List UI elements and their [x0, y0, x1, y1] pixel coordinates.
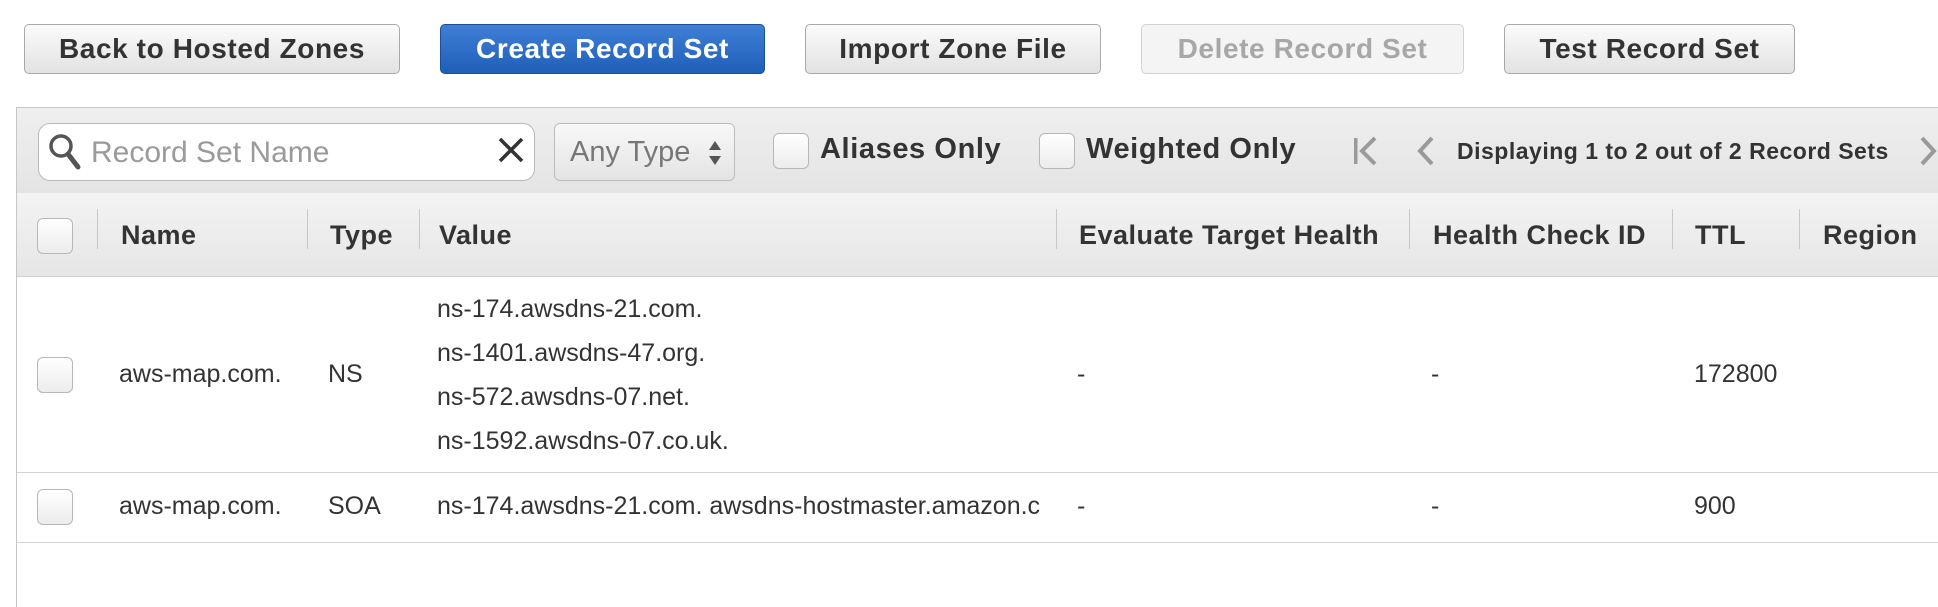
- record-set-name-input[interactable]: [89, 132, 473, 174]
- record-values: ns-174.awsdns-21.com. ns-1401.awsdns-47.…: [437, 287, 729, 463]
- prev-page-icon[interactable]: [1415, 134, 1437, 173]
- health-check-id-value: -: [1431, 492, 1440, 520]
- import-zone-file-button[interactable]: Import Zone File: [805, 24, 1101, 74]
- type-select[interactable]: Any Type: [554, 123, 735, 181]
- table-row[interactable]: aws-map.com. SOA ns-174.awsdns-21.com. a…: [17, 472, 1938, 543]
- column-header-value[interactable]: Value: [439, 220, 512, 251]
- updown-arrows-icon: [707, 138, 723, 176]
- test-record-set-button[interactable]: Test Record Set: [1504, 24, 1795, 74]
- row-checkbox[interactable]: [37, 489, 73, 525]
- create-record-set-button[interactable]: Create Record Set: [440, 24, 765, 74]
- delete-record-set-button[interactable]: Delete Record Set: [1141, 24, 1464, 74]
- pagination-status: Displaying 1 to 2 out of 2 Record Sets: [1457, 138, 1889, 164]
- record-value: ns-174.awsdns-21.com. awsdns-hostmaster.…: [437, 492, 1040, 520]
- column-divider: [1056, 209, 1057, 249]
- aliases-only-label: Aliases Only: [820, 133, 1002, 165]
- back-to-hosted-zones-button[interactable]: Back to Hosted Zones: [24, 24, 400, 74]
- record-name: aws-map.com.: [119, 360, 282, 388]
- column-header-ttl[interactable]: TTL: [1695, 220, 1746, 251]
- column-header-name[interactable]: Name: [121, 220, 197, 251]
- record-sets-panel: Any Type Aliases Only Weighted Only Disp…: [16, 107, 1938, 607]
- record-type: SOA: [328, 492, 381, 520]
- search-icon: [47, 132, 83, 177]
- record-value-line: ns-174.awsdns-21.com.: [437, 295, 703, 323]
- weighted-only-label: Weighted Only: [1086, 133, 1297, 165]
- column-divider: [1409, 209, 1410, 249]
- filter-bar: Any Type Aliases Only Weighted Only Disp…: [17, 108, 1938, 194]
- row-checkbox[interactable]: [37, 357, 73, 393]
- column-header-region[interactable]: Region: [1823, 220, 1918, 251]
- health-check-id-value: -: [1431, 360, 1440, 388]
- column-divider: [307, 209, 308, 249]
- weighted-only-checkbox[interactable]: [1039, 133, 1075, 169]
- column-header-health-check-id[interactable]: Health Check ID: [1433, 220, 1646, 251]
- evaluate-target-health-value: -: [1077, 360, 1086, 388]
- ttl-value: 172800: [1694, 360, 1778, 388]
- table-row[interactable]: aws-map.com. NS ns-174.awsdns-21.com. ns…: [17, 277, 1938, 473]
- select-all-checkbox[interactable]: [37, 218, 73, 254]
- next-page-icon[interactable]: [1917, 134, 1938, 173]
- table-header: Name Type Value Evaluate Target Health H…: [17, 193, 1938, 277]
- column-header-type[interactable]: Type: [330, 220, 393, 251]
- evaluate-target-health-value: -: [1077, 492, 1086, 520]
- column-divider: [1799, 209, 1800, 249]
- column-header-evaluate-target-health[interactable]: Evaluate Target Health: [1079, 220, 1379, 251]
- search-box[interactable]: [38, 123, 535, 181]
- record-value-line: ns-572.awsdns-07.net.: [437, 383, 690, 411]
- record-value-line: ns-1592.awsdns-07.co.uk.: [437, 427, 729, 455]
- record-name: aws-map.com.: [119, 492, 282, 520]
- column-divider: [97, 209, 98, 249]
- record-value-line: ns-1401.awsdns-47.org.: [437, 339, 706, 367]
- column-divider: [419, 209, 420, 249]
- first-page-icon[interactable]: [1351, 134, 1381, 173]
- record-type: NS: [328, 360, 363, 388]
- aliases-only-checkbox[interactable]: [773, 133, 809, 169]
- column-divider: [1672, 209, 1673, 249]
- type-select-value: Any Type: [570, 136, 691, 168]
- close-icon[interactable]: [496, 135, 526, 170]
- ttl-value: 900: [1694, 492, 1736, 520]
